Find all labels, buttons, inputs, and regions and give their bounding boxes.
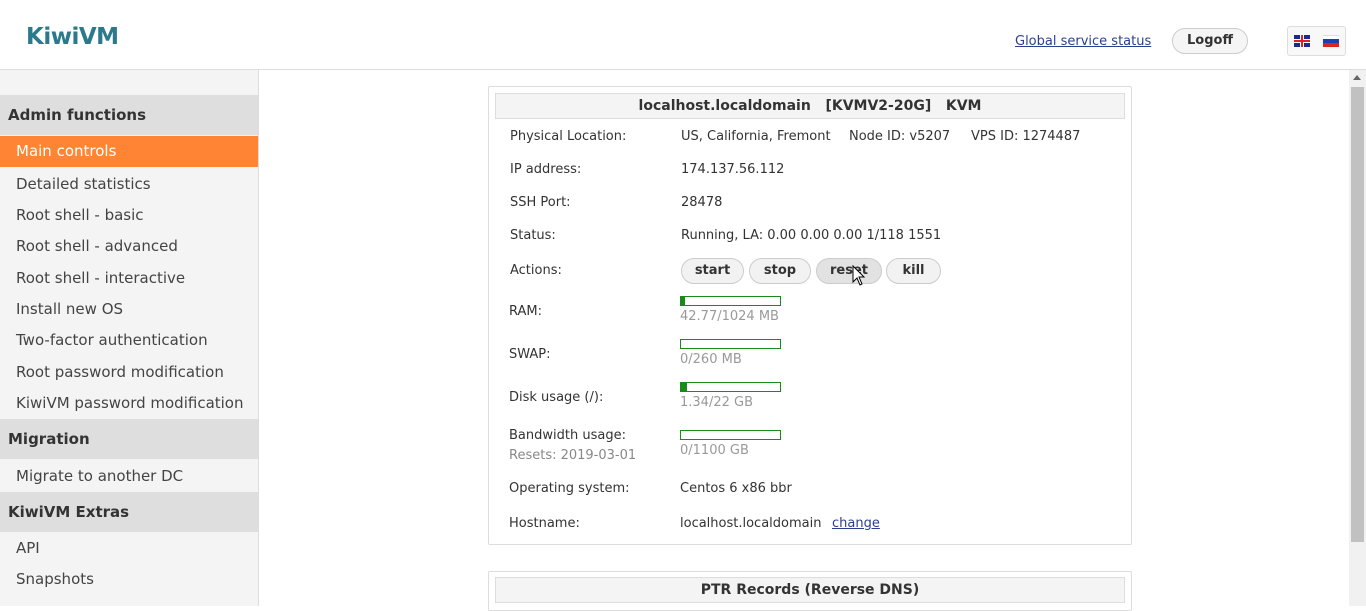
- sidebar-item-root-shell-advanced[interactable]: Root shell - advanced: [0, 231, 258, 262]
- logoff-button[interactable]: Logoff: [1172, 28, 1248, 54]
- sidebar-item-snapshots[interactable]: Snapshots: [0, 564, 258, 595]
- ssh-port-label: SSH Port:: [510, 195, 571, 210]
- language-switcher: [1287, 26, 1346, 56]
- sidebar-item-root-shell-interactive[interactable]: Root shell - interactive: [0, 263, 258, 294]
- sidebar-item-api[interactable]: API: [0, 533, 258, 564]
- status-label: Status:: [510, 228, 556, 243]
- kiwivm-logo[interactable]: KiwiVM: [26, 24, 119, 50]
- operating-system-label: Operating system:: [509, 481, 630, 496]
- vps-id: VPS ID: 1274487: [971, 129, 1081, 144]
- ram-usage-text: 42.77/1024 MB: [680, 309, 779, 324]
- bandwidth-usage-label: Bandwidth usage:: [509, 428, 626, 443]
- disk-usage-label: Disk usage (/):: [509, 390, 604, 405]
- vps-title: localhost.localdomain [KVMV2-20G] KVM: [495, 93, 1125, 119]
- sidebar-item-main-controls[interactable]: Main controls: [0, 136, 258, 167]
- sidebar-section-admin-functions: Admin functions: [0, 95, 258, 135]
- sidebar-section-migration: Migration: [0, 419, 258, 459]
- kill-button[interactable]: kill: [886, 258, 941, 284]
- hostname-label: Hostname:: [509, 516, 580, 531]
- hostname-value: localhost.localdomain: [680, 516, 822, 531]
- main-controls-panel: localhost.localdomain [KVMV2-20G] KVM Ph…: [488, 86, 1132, 545]
- global-service-status-link[interactable]: Global service status: [1015, 34, 1151, 49]
- node-id: Node ID: v5207: [849, 129, 951, 144]
- actions-label: Actions:: [510, 263, 562, 278]
- start-button[interactable]: start: [681, 258, 744, 284]
- ptr-records-panel: PTR Records (Reverse DNS): [488, 571, 1132, 611]
- sidebar-item-detailed-statistics[interactable]: Detailed statistics: [0, 169, 258, 200]
- operating-system-value: Centos 6 x86 bbr: [680, 481, 792, 496]
- page-scrollbar[interactable]: [1349, 70, 1366, 606]
- uk-flag-icon[interactable]: [1294, 35, 1310, 47]
- bandwidth-bar: [680, 430, 781, 440]
- ip-address-value: 174.137.56.112: [681, 162, 785, 177]
- ram-bar-fill: [681, 297, 686, 305]
- bandwidth-resets-text: Resets: 2019-03-01: [509, 448, 637, 463]
- reset-button[interactable]: reset: [816, 258, 882, 284]
- sidebar-item-kiwivm-password-modification[interactable]: KiwiVM password modification: [0, 388, 258, 419]
- bandwidth-usage-text: 0/1100 GB: [680, 443, 749, 458]
- hostname-change-link[interactable]: change: [832, 516, 880, 531]
- sidebar-item-root-password-modification[interactable]: Root password modification: [0, 357, 258, 388]
- sidebar-item-install-new-os[interactable]: Install new OS: [0, 294, 258, 325]
- physical-location-value: US, California, Fremont: [681, 129, 831, 144]
- ram-bar: [680, 296, 781, 306]
- scroll-thumb[interactable]: [1351, 87, 1364, 542]
- swap-usage-text: 0/260 MB: [680, 352, 742, 367]
- disk-bar-fill: [681, 383, 688, 391]
- ip-address-label: IP address:: [510, 162, 582, 177]
- russia-flag-icon[interactable]: [1323, 35, 1339, 47]
- sidebar: Admin functions Main controls Detailed s…: [0, 70, 259, 606]
- ptr-records-title: PTR Records (Reverse DNS): [495, 577, 1125, 603]
- disk-bar: [680, 382, 781, 392]
- swap-bar: [680, 339, 781, 349]
- swap-label: SWAP:: [509, 347, 551, 362]
- stop-button[interactable]: stop: [749, 258, 811, 284]
- sidebar-item-migrate-to-another-dc[interactable]: Migrate to another DC: [0, 461, 258, 492]
- disk-usage-text: 1.34/22 GB: [680, 395, 753, 410]
- mouse-pointer-icon: [852, 264, 866, 286]
- scroll-up-icon[interactable]: [1353, 75, 1361, 80]
- sidebar-item-two-factor-authentication[interactable]: Two-factor authentication: [0, 325, 258, 356]
- status-value: Running, LA: 0.00 0.00 0.00 1/118 1551: [681, 228, 942, 243]
- ssh-port-value: 28478: [681, 195, 723, 210]
- physical-location-label: Physical Location:: [510, 129, 627, 144]
- top-bar: KiwiVM Global service status Logoff: [0, 0, 1366, 70]
- sidebar-section-kiwivm-extras: KiwiVM Extras: [0, 492, 258, 532]
- sidebar-item-root-shell-basic[interactable]: Root shell - basic: [0, 200, 258, 231]
- ram-label: RAM:: [509, 304, 542, 319]
